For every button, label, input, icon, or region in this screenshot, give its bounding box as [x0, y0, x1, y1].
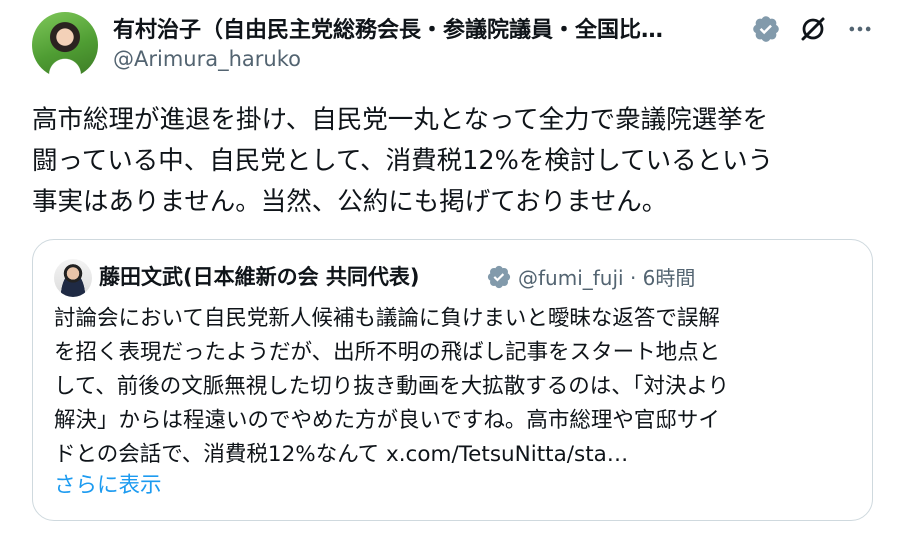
meta-separator: · — [629, 266, 637, 290]
more-icon[interactable] — [846, 15, 874, 43]
verified-badge-icon — [753, 16, 779, 42]
post-author-handle[interactable]: @Arimura_haruko — [113, 47, 301, 71]
quoted-author-name[interactable]: 藤田文武(日本維新の会 共同代表) — [99, 261, 420, 291]
quoted-post-meta: @fumi_fuji · 6時間 — [518, 262, 695, 291]
quoted-author-avatar[interactable] — [54, 259, 92, 297]
quoted-author-handle[interactable]: @fumi_fuji — [518, 266, 624, 290]
show-more-link[interactable]: さらに表示 — [54, 468, 162, 499]
quoted-post-card[interactable]: 藤田文武(日本維新の会 共同代表) @fumi_fuji · 6時間 討論会にお… — [32, 239, 873, 521]
grok-icon[interactable] — [798, 14, 828, 44]
post-body-text: 高市総理が進退を掛け、自民党一丸となって全力で衆議院選挙を 闘っている中、自民党… — [32, 105, 774, 217]
quoted-post-time[interactable]: 6時間 — [643, 266, 696, 290]
verified-badge-icon — [487, 265, 511, 289]
quoted-post-body: 討論会において自民党新人候補も議論に負けまいと曖昧な返答で誤解 を招く表現だった… — [54, 306, 730, 467]
post-author-avatar[interactable] — [32, 12, 98, 78]
post-author-name[interactable]: 有村治子（自由民主党総務会長・参議院議員・全国比… — [113, 12, 743, 44]
